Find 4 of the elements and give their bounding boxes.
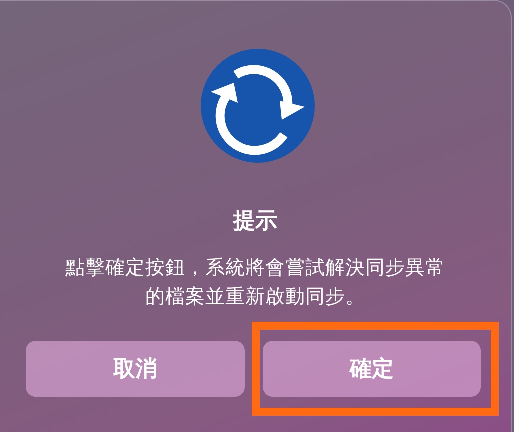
dialog-button[interactable]: 取消 [26, 341, 244, 398]
dialog-button[interactable]: 確定 [262, 341, 481, 398]
dialog-message: 點擊確定按鈕，系統將會嘗試解決同步異常的檔案並重新啟動同步。 [64, 255, 446, 310]
dialog-title: 提示 [234, 209, 278, 236]
